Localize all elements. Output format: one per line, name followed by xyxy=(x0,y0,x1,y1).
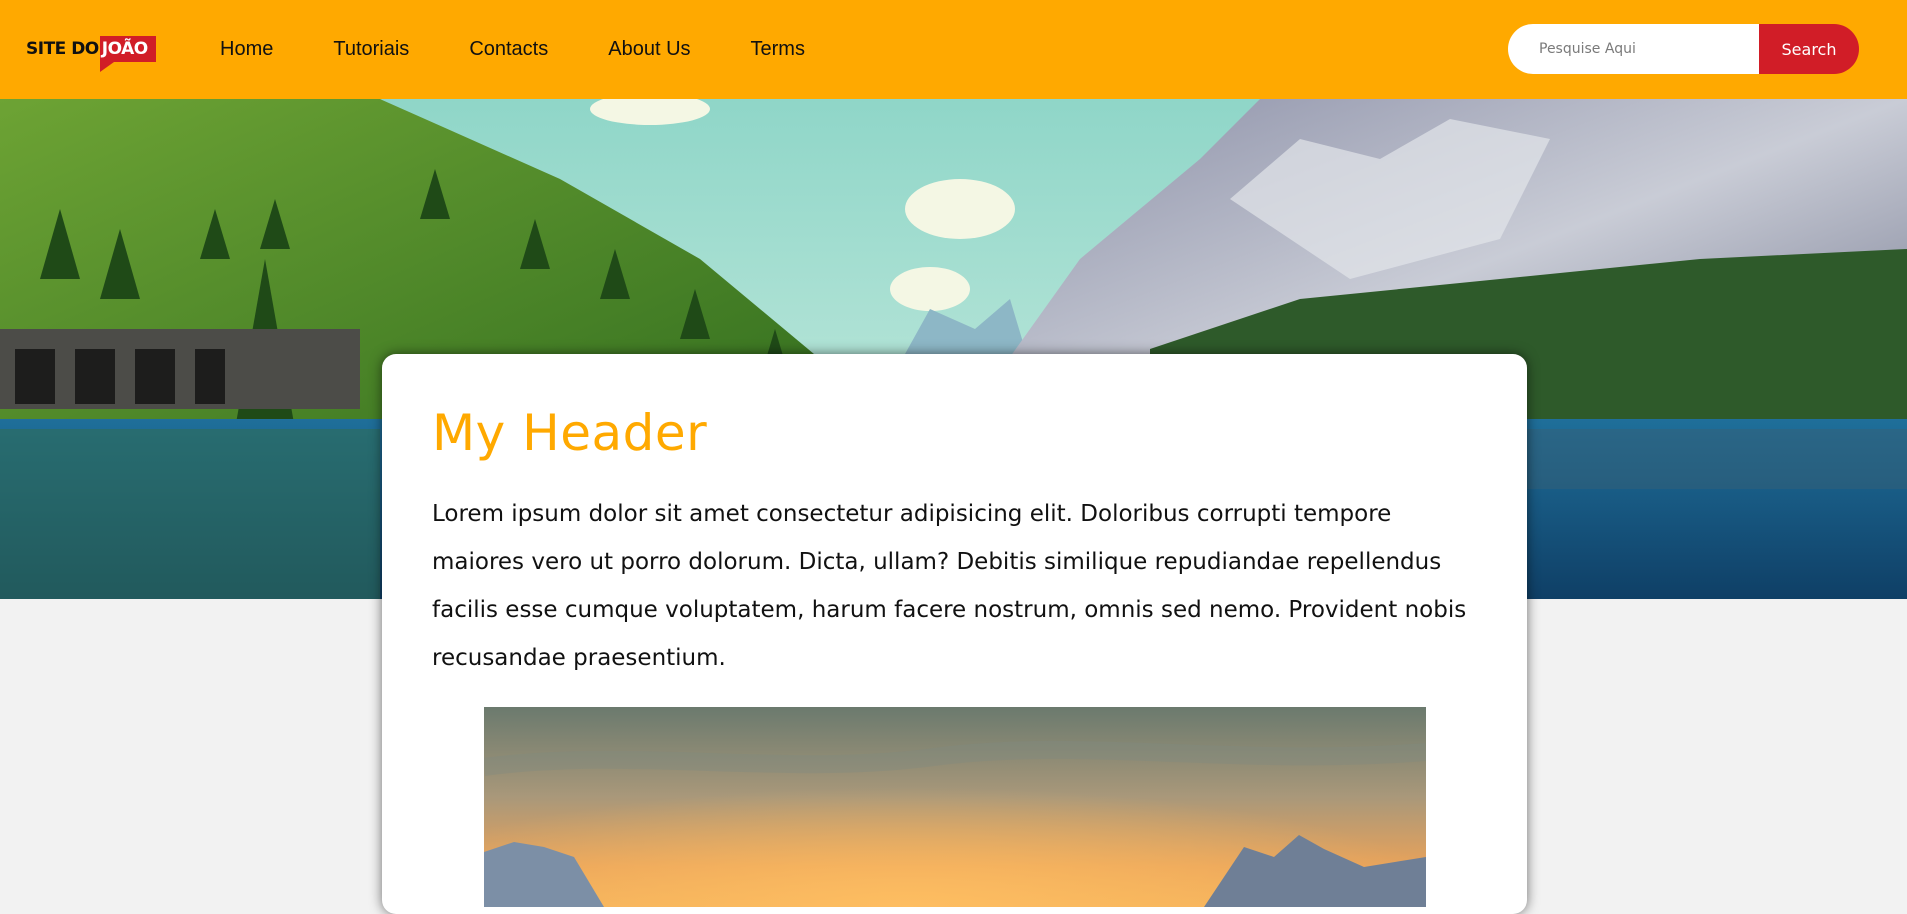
logo-text-site-do: SITE DO xyxy=(26,39,99,59)
search-button[interactable]: Search xyxy=(1759,24,1859,74)
nav-link-about-us[interactable]: About Us xyxy=(608,38,690,61)
nav-link-tutoriais[interactable]: Tutoriais xyxy=(333,38,409,61)
main-nav: Home Tutoriais Contacts About Us Terms xyxy=(220,0,865,99)
content-card: My Header Lorem ipsum dolor sit amet con… xyxy=(382,354,1527,914)
nav-link-terms[interactable]: Terms xyxy=(751,38,805,61)
sunset-mountains-image xyxy=(484,707,1426,907)
nav-link-home[interactable]: Home xyxy=(220,38,273,61)
nav-link-contacts[interactable]: Contacts xyxy=(469,38,548,61)
top-navigation-bar: SITE DO JOÃO Home Tutoriais Contacts Abo… xyxy=(0,0,1907,99)
logo-text-joao: JOÃO xyxy=(99,36,156,72)
search-input[interactable] xyxy=(1508,24,1759,74)
search-form: Search xyxy=(1508,24,1859,74)
site-logo[interactable]: SITE DO JOÃO xyxy=(26,30,156,72)
card-title: My Header xyxy=(432,404,708,462)
card-paragraph: Lorem ipsum dolor sit amet consectetur a… xyxy=(432,501,1467,671)
sunset-mountains-illustration xyxy=(484,707,1426,907)
